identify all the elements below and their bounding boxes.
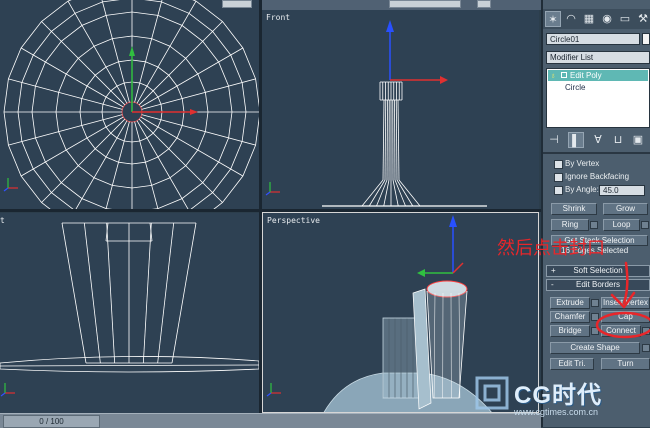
turn-button[interactable]: Turn xyxy=(601,358,650,370)
modifier-stack: ♁ Edit Poly Circle xyxy=(546,68,650,128)
extrude-button[interactable]: Extrude xyxy=(550,297,590,309)
utilities-tab-icon[interactable]: ⚒ xyxy=(635,11,650,27)
remove-modifier-icon[interactable]: ⊔ xyxy=(610,132,626,148)
bridge-button[interactable]: Bridge xyxy=(550,325,590,337)
viewport-left[interactable]: t xyxy=(0,213,259,413)
shrink-button[interactable]: Shrink xyxy=(551,203,597,215)
tutorial-annotation-text: 然后点击封口 xyxy=(497,234,605,260)
display-tab-icon[interactable]: ▭ xyxy=(617,11,633,27)
by-vertex-checkbox[interactable] xyxy=(554,160,563,169)
stack-tools: ⊣ ▌ ∀ ⊔ ▣ xyxy=(546,132,650,148)
axis-tripod-perspective xyxy=(267,383,281,396)
toolbar-button[interactable] xyxy=(477,0,491,8)
object-color-swatch[interactable] xyxy=(642,33,650,45)
angle-spinner[interactable]: 45.0 xyxy=(599,185,645,196)
configure-sets-icon[interactable]: ▣ xyxy=(630,132,646,148)
watermark-url: www.cgtimes.com.cn xyxy=(514,407,598,417)
viewport-label-perspective[interactable]: Perspective xyxy=(267,216,320,225)
panel-divider xyxy=(543,152,650,154)
show-end-result-icon[interactable]: ▌ xyxy=(568,132,584,148)
motion-tab-icon[interactable]: ◉ xyxy=(599,11,615,27)
time-slider-bar[interactable]: 0 / 100 xyxy=(0,413,541,428)
create-shape-settings-button[interactable] xyxy=(642,344,650,352)
modify-tab-icon[interactable]: ◠ xyxy=(563,11,579,27)
watermark: CG时代 www.cgtimes.com.cn xyxy=(474,373,644,425)
left-view-mesh xyxy=(0,213,259,413)
ignore-backfacing-label: Ignore Backfacing xyxy=(565,172,629,181)
cg-logo-icon xyxy=(474,375,510,415)
front-view-mesh xyxy=(262,10,539,209)
stack-item-edit-poly[interactable]: ♁ Edit Poly xyxy=(548,70,648,81)
edit-tri-button[interactable]: Edit Tri. xyxy=(550,358,594,370)
ignore-backfacing-checkbox[interactable] xyxy=(554,173,563,182)
top-view-mesh xyxy=(0,0,259,209)
stack-item-circle[interactable]: Circle xyxy=(565,82,585,93)
viewport-toolbar-strip xyxy=(262,0,541,10)
frame-counter[interactable]: 0 / 100 xyxy=(3,415,100,428)
lightbulb-icon[interactable]: ♁ xyxy=(550,70,556,81)
by-angle-label: By Angle: xyxy=(565,185,599,194)
annotation-arrow xyxy=(590,255,650,345)
hierarchy-tab-icon[interactable]: ▦ xyxy=(581,11,597,27)
grow-button[interactable]: Grow xyxy=(603,203,648,215)
ring-button[interactable]: Ring xyxy=(551,219,589,231)
ring-spinner[interactable] xyxy=(590,221,598,229)
stack-item-label: Edit Poly xyxy=(570,70,602,81)
viewport-divider-vertical[interactable] xyxy=(259,0,262,413)
axis-tripod-front xyxy=(266,182,280,195)
toolbar-field[interactable] xyxy=(389,0,461,8)
chamfer-button[interactable]: Chamfer xyxy=(550,311,590,323)
by-vertex-label: By Vertex xyxy=(565,159,599,168)
viewport-front[interactable]: Front xyxy=(262,10,539,209)
loop-button[interactable]: Loop xyxy=(603,219,640,231)
object-name-field[interactable]: Circle01 xyxy=(546,33,640,45)
command-panel-tabs: ✶ ◠ ▦ ◉ ▭ ⚒ xyxy=(543,9,650,29)
create-tab-icon[interactable]: ✶ xyxy=(545,11,561,27)
toolbar-field[interactable] xyxy=(222,0,252,8)
loop-spinner[interactable] xyxy=(641,221,649,229)
watermark-brand: CG时代 xyxy=(514,375,602,410)
viewport-divider-horizontal[interactable] xyxy=(0,209,541,212)
viewport-top[interactable] xyxy=(0,0,259,209)
make-unique-icon[interactable]: ∀ xyxy=(590,132,606,148)
pin-stack-icon[interactable]: ⊣ xyxy=(546,132,562,148)
modifier-list-dropdown[interactable]: Modifier List xyxy=(546,51,650,64)
viewport-label-left[interactable]: t xyxy=(0,216,5,225)
viewport-label-front[interactable]: Front xyxy=(266,13,290,22)
axis-tripod-left xyxy=(1,383,15,396)
by-angle-checkbox[interactable] xyxy=(554,186,563,195)
command-panel: ✶ ◠ ▦ ◉ ▭ ⚒ Circle01 Modifier List ♁ Edi… xyxy=(541,0,650,427)
axis-tripod-top xyxy=(4,178,18,191)
expand-icon[interactable] xyxy=(561,72,567,78)
